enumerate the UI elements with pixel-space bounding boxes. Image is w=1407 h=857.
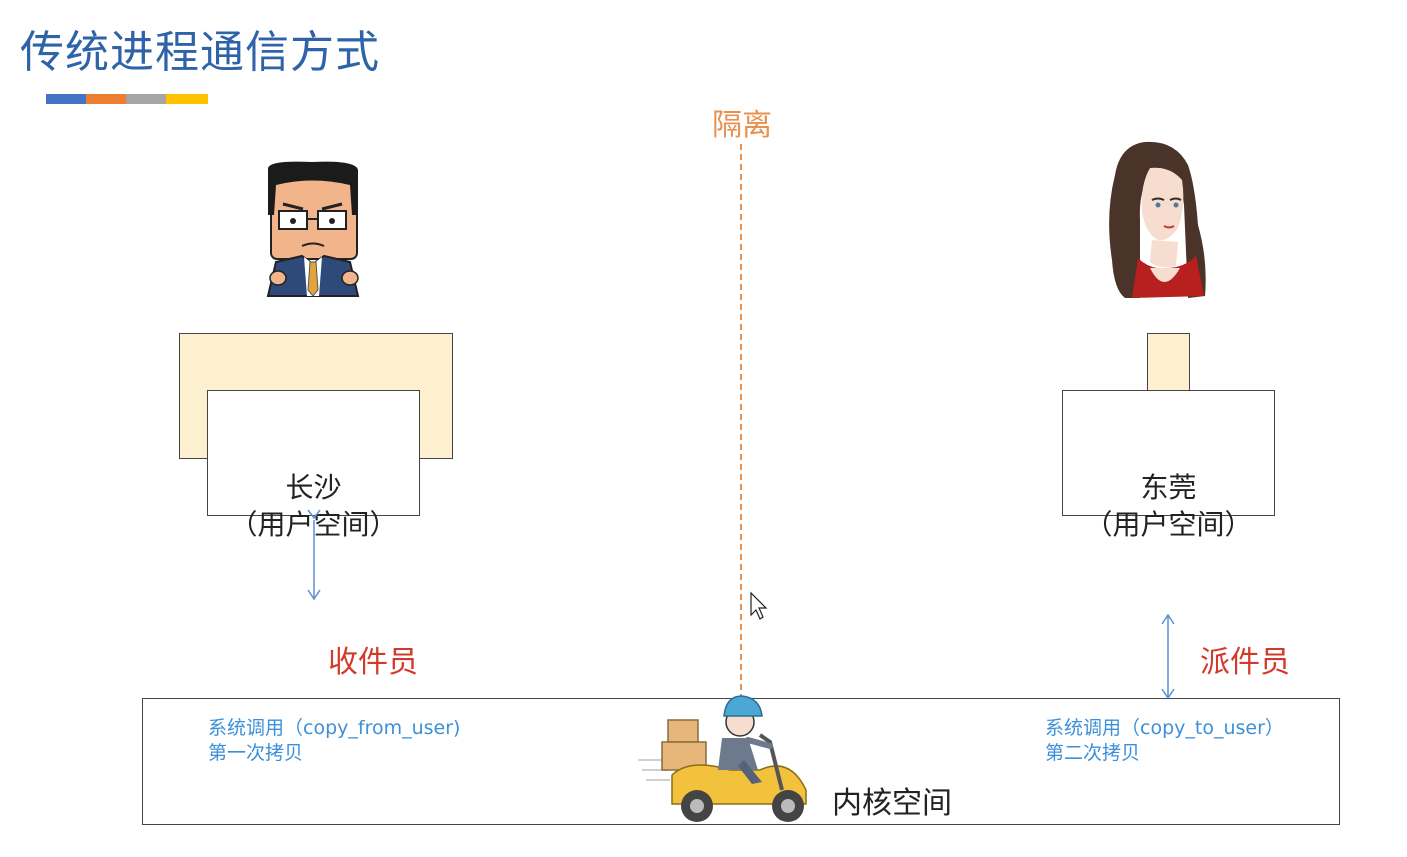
diagram-graphics bbox=[266, 141, 1206, 822]
woman-icon bbox=[1109, 141, 1206, 298]
mouse-cursor-icon bbox=[750, 591, 768, 620]
man-with-glasses-icon bbox=[266, 161, 360, 297]
right-arrow bbox=[1161, 613, 1175, 700]
left-arrow bbox=[307, 509, 321, 601]
courier-scooter-icon bbox=[638, 695, 807, 822]
